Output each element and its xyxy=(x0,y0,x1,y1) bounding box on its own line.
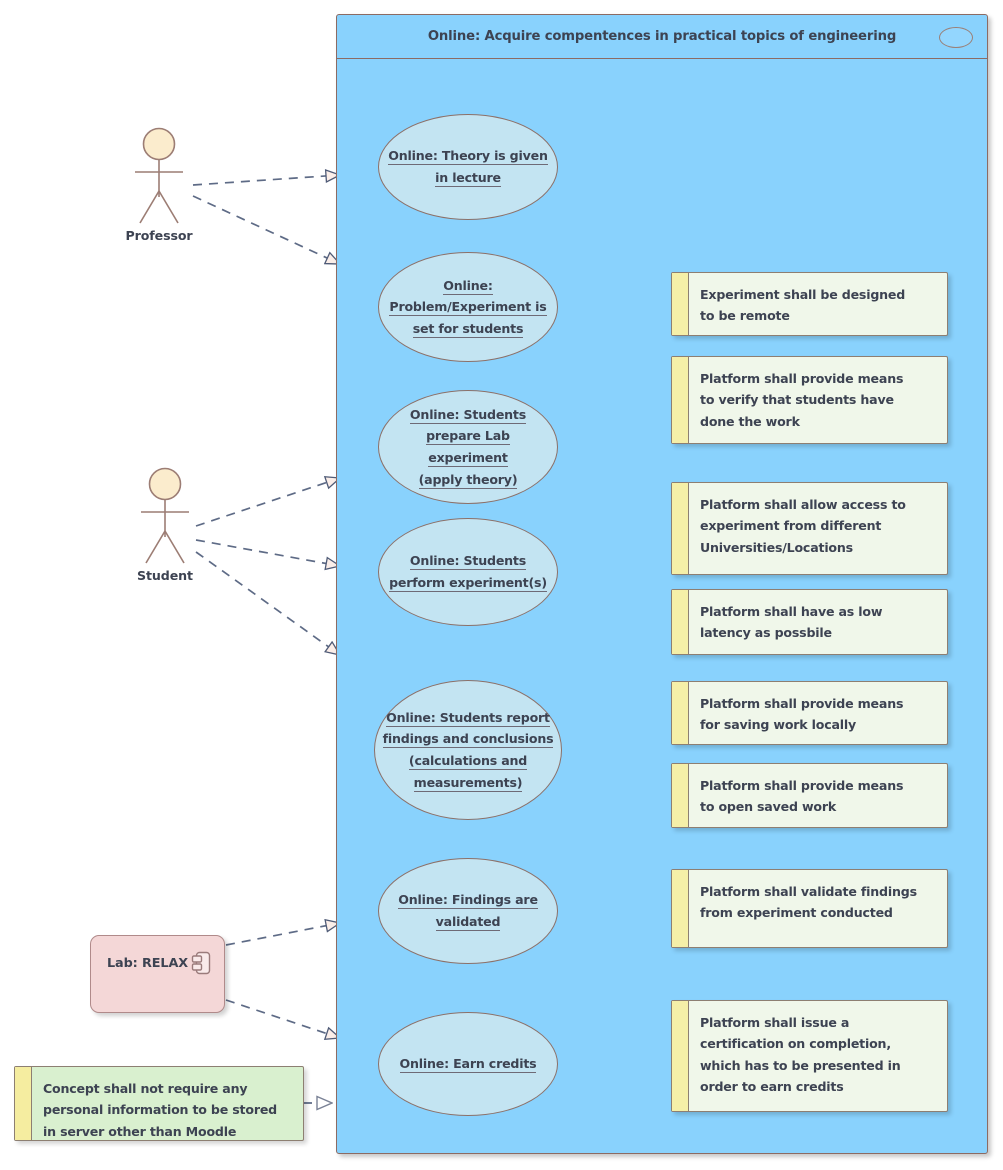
actor-figure-icon xyxy=(135,127,183,224)
use-case-problem[interactable]: Online: Problem/Experiment is set for st… xyxy=(378,252,558,362)
use-case-diagram: Online: Acquire compentences in practica… xyxy=(0,0,1003,1170)
component-label: Lab: RELAX xyxy=(107,956,189,971)
use-case-label: Online: Students prepare Lab experiment … xyxy=(409,406,527,489)
note-stripe xyxy=(672,590,689,654)
note-text: Platform shall allow access to experimen… xyxy=(700,497,906,555)
component-icon xyxy=(190,950,212,980)
actor-student[interactable]: Student xyxy=(119,467,211,583)
note-validate[interactable]: Platform shall validate findings from ex… xyxy=(671,869,948,948)
note-stripe xyxy=(672,1001,689,1111)
note-stripe xyxy=(672,682,689,744)
note-remote[interactable]: Experiment shall be designed to be remot… xyxy=(671,272,948,336)
assoc-student-report xyxy=(195,551,340,655)
use-case-perform[interactable]: Online: Students perform experiment(s) xyxy=(378,518,558,626)
use-case-credits[interactable]: Online: Earn credits xyxy=(378,1012,558,1116)
note-stripe xyxy=(672,870,689,947)
use-case-label: Online: Findings are validated xyxy=(398,892,538,931)
note-text: Platform shall provide means to open sav… xyxy=(700,778,904,815)
note-latency[interactable]: Platform shall have as low latency as po… xyxy=(671,589,948,655)
assoc-professor-problem xyxy=(192,195,340,265)
note-verify[interactable]: Platform shall provide means to verify t… xyxy=(671,356,948,444)
actor-professor[interactable]: Professor xyxy=(113,127,205,243)
use-case-label: Online: Problem/Experiment is set for st… xyxy=(389,277,547,338)
use-case-label: Online: Theory is given in lecture xyxy=(388,148,548,187)
note-stripe xyxy=(672,764,689,827)
assoc-student-perform xyxy=(195,539,340,566)
note-open[interactable]: Platform shall provide means to open sav… xyxy=(671,763,948,828)
assoc-student-prepare xyxy=(195,478,340,527)
ellipse-icon xyxy=(939,27,973,48)
note-stripe xyxy=(15,1067,32,1140)
use-case-theory[interactable]: Online: Theory is given in lecture xyxy=(378,114,558,220)
actor-figure-icon xyxy=(141,467,189,564)
use-case-label: Online: Students perform experiment(s) xyxy=(389,553,547,592)
assoc-professor-theory xyxy=(192,175,340,186)
boundary-header: Online: Acquire compentences in practica… xyxy=(337,15,987,59)
note-stripe xyxy=(672,483,689,574)
note-text: Platform shall provide means for saving … xyxy=(700,696,904,733)
use-case-report[interactable]: Online: Students report findings and con… xyxy=(374,680,562,820)
actor-label: Student xyxy=(137,568,193,583)
note-save[interactable]: Platform shall provide means for saving … xyxy=(671,681,948,745)
note-text: Concept shall not require any personal i… xyxy=(43,1081,277,1139)
note-privacy[interactable]: Concept shall not require any personal i… xyxy=(14,1066,304,1141)
note-access[interactable]: Platform shall allow access to experimen… xyxy=(671,482,948,575)
component-lab-relax[interactable]: Lab: RELAX xyxy=(90,935,225,1013)
use-case-label: Online: Earn credits xyxy=(399,1056,537,1074)
use-case-prepare[interactable]: Online: Students prepare Lab experiment … xyxy=(378,390,558,504)
boundary-title: Online: Acquire compentences in practica… xyxy=(427,29,897,44)
actor-label: Professor xyxy=(125,228,193,243)
note-text: Platform shall provide means to verify t… xyxy=(700,371,904,429)
note-certificate[interactable]: Platform shall issue a certification on … xyxy=(671,1000,948,1112)
note-stripe xyxy=(672,357,689,443)
note-text: Platform shall have as low latency as po… xyxy=(700,604,883,641)
note-text: Experiment shall be designed to be remot… xyxy=(700,287,906,324)
assoc-lab-validated xyxy=(225,923,340,946)
note-stripe xyxy=(672,273,689,335)
use-case-validated[interactable]: Online: Findings are validated xyxy=(378,858,558,964)
note-text: Platform shall issue a certification on … xyxy=(700,1015,901,1095)
note-text: Platform shall validate findings from ex… xyxy=(700,884,917,921)
use-case-label: Online: Students report findings and con… xyxy=(382,709,554,792)
assoc-lab-credits xyxy=(225,999,340,1038)
